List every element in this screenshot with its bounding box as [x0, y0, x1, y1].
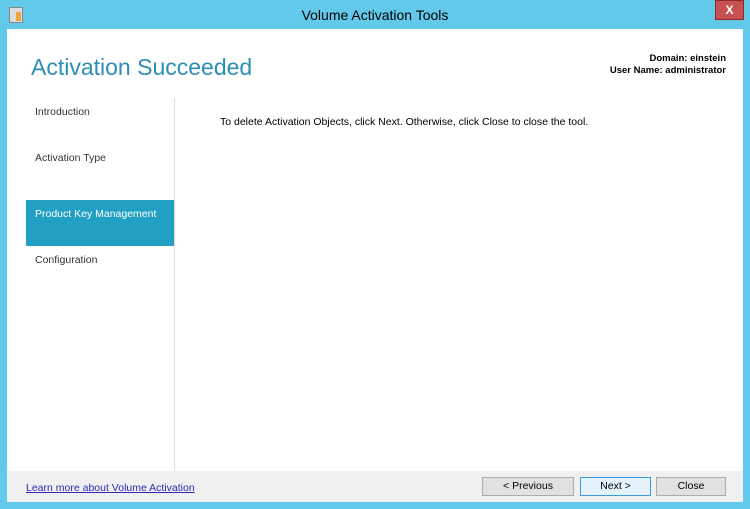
window-title: Volume Activation Tools: [301, 7, 449, 23]
user-info: Domain: einstein User Name: administrato…: [610, 53, 726, 77]
sidebar-divider: [174, 98, 175, 471]
next-button[interactable]: Next >: [580, 477, 651, 496]
step-product-key-management[interactable]: Product Key Management: [26, 200, 174, 246]
step-activation-type[interactable]: Activation Type: [26, 144, 174, 190]
step-configuration[interactable]: Configuration: [26, 246, 174, 292]
close-button[interactable]: Close: [656, 477, 726, 496]
instruction-text: To delete Activation Objects, click Next…: [220, 116, 589, 128]
previous-button[interactable]: < Previous: [482, 477, 574, 496]
window-close-button[interactable]: X: [715, 0, 744, 20]
learn-more-link[interactable]: Learn more about Volume Activation: [26, 482, 195, 494]
title-bar: Volume Activation Tools X: [0, 0, 750, 29]
footer: Learn more about Volume Activation < Pre…: [7, 471, 743, 502]
wizard-client-area: Activation Succeeded Domain: einstein Us…: [7, 29, 743, 502]
step-introduction[interactable]: Introduction: [26, 98, 174, 144]
domain-label: Domain: einstein: [649, 53, 726, 64]
page-title: Activation Succeeded: [31, 54, 253, 80]
wizard-steps: Introduction Activation Type Product Key…: [26, 98, 174, 471]
user-name-label: User Name: administrator: [609, 65, 726, 76]
